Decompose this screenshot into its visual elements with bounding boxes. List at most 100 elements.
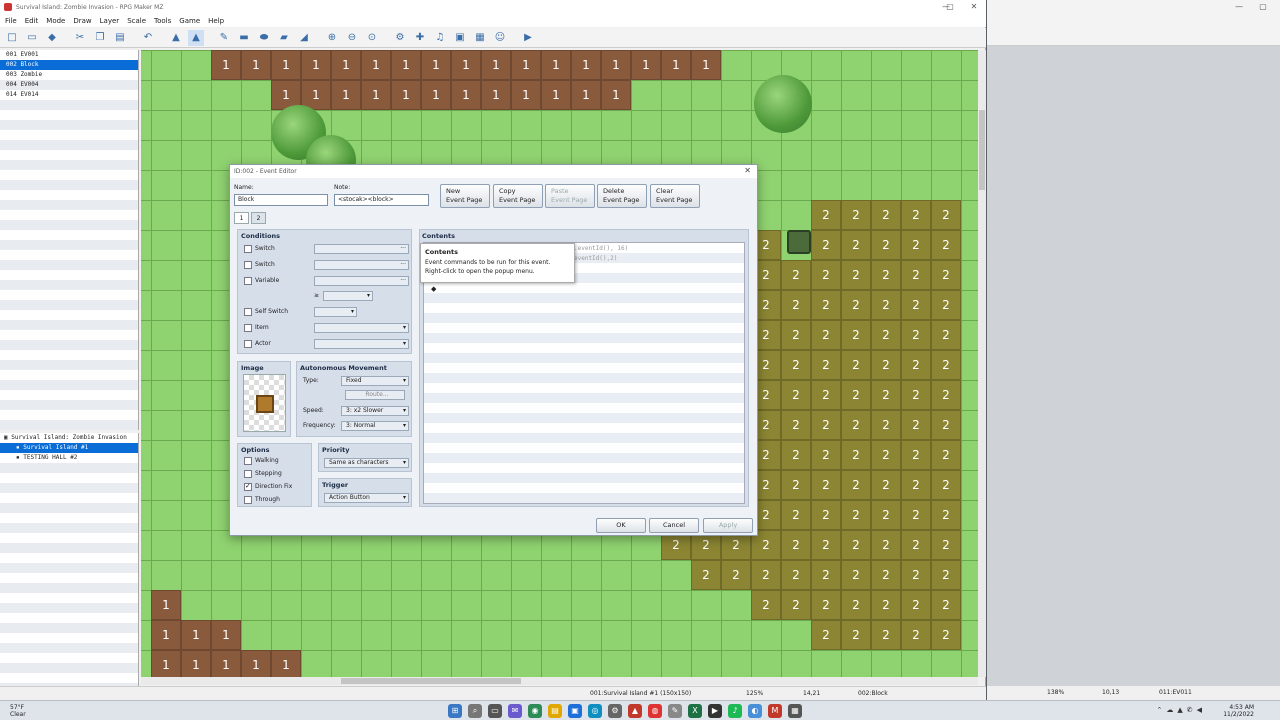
menu-help[interactable]: Help <box>208 17 224 25</box>
copy-icon[interactable]: ❐ <box>92 30 108 46</box>
tile-region-2[interactable]: 2 <box>931 500 961 530</box>
map-tree-item[interactable]: ▪ TESTING HALL #2 <box>0 453 138 463</box>
tile-region-2[interactable]: 2 <box>811 590 841 620</box>
name-field[interactable]: Block <box>234 194 328 206</box>
tile-region-2[interactable]: 2 <box>781 530 811 560</box>
command-bullet-icon[interactable]: ◆ <box>431 285 436 293</box>
variable-checkbox[interactable] <box>244 277 252 285</box>
tile-region-2[interactable]: 2 <box>871 230 901 260</box>
tile-region-1[interactable]: 1 <box>691 50 721 80</box>
scrollbar-thumb[interactable] <box>341 678 521 684</box>
tile-region-2[interactable]: 2 <box>901 320 931 350</box>
list-item[interactable]: 002 Block <box>0 60 138 70</box>
actor-checkbox[interactable] <box>244 340 252 348</box>
paste-event-page-button[interactable]: Paste Event Page <box>545 184 595 208</box>
tile-region-2[interactable]: 2 <box>901 470 931 500</box>
tile-region-2[interactable]: 2 <box>781 410 811 440</box>
list-item[interactable]: 014 EV014 <box>0 90 138 100</box>
tile-region-2[interactable]: 2 <box>811 200 841 230</box>
zoom-out-icon[interactable]: ⊖ <box>344 30 360 46</box>
menu-mode[interactable]: Mode <box>46 17 65 25</box>
tile-region-1[interactable]: 1 <box>421 50 451 80</box>
spotify-icon[interactable]: ♪ <box>728 704 742 718</box>
apply-button[interactable]: Apply <box>703 518 753 533</box>
event-searcher-icon[interactable]: ▣ <box>452 30 468 46</box>
weather-widget[interactable]: 57°F Clear <box>10 704 26 718</box>
actor-select[interactable] <box>314 339 409 349</box>
tile-region-2[interactable]: 2 <box>901 500 931 530</box>
movement-frequency-select[interactable]: 3: Normal <box>341 421 409 431</box>
tile-region-2[interactable]: 2 <box>901 560 931 590</box>
menu-edit[interactable]: Edit <box>25 17 39 25</box>
event-image-preview[interactable] <box>243 374 286 432</box>
movement-speed-select[interactable]: 3: x2 Slower <box>341 406 409 416</box>
tile-region-2[interactable]: 2 <box>841 470 871 500</box>
menu-draw[interactable]: Draw <box>73 17 91 25</box>
tile-region-1[interactable]: 1 <box>211 650 241 677</box>
tile-region-2[interactable]: 2 <box>871 470 901 500</box>
gallery-icon[interactable]: ▦ <box>788 704 802 718</box>
tile-region-2[interactable]: 2 <box>841 380 871 410</box>
chat-app-icon[interactable]: ◐ <box>748 704 762 718</box>
file-explorer-icon[interactable]: ▤ <box>548 704 562 718</box>
menu-scale[interactable]: Scale <box>127 17 146 25</box>
note-field[interactable]: <stocak><block> <box>334 194 429 206</box>
tile-region-2[interactable]: 2 <box>931 230 961 260</box>
tile-region-2[interactable]: 2 <box>781 380 811 410</box>
tile-region-2[interactable]: 2 <box>901 230 931 260</box>
chat-icon[interactable]: ✉ <box>508 704 522 718</box>
tile-region-1[interactable]: 1 <box>241 650 271 677</box>
cut-icon[interactable]: ✂ <box>72 30 88 46</box>
tile-region-1[interactable]: 1 <box>151 590 181 620</box>
tile-region-2[interactable]: 2 <box>721 560 751 590</box>
tile-region-2[interactable]: 2 <box>691 560 721 590</box>
tile-region-2[interactable]: 2 <box>871 560 901 590</box>
tile-region-2[interactable]: 2 <box>811 620 841 650</box>
tile-region-2[interactable]: 2 <box>931 620 961 650</box>
tile-region-2[interactable]: 2 <box>781 590 811 620</box>
rpg-maker-icon[interactable]: ▲ <box>628 704 642 718</box>
edge-icon[interactable]: ◎ <box>588 704 602 718</box>
tile-region-1[interactable]: 1 <box>571 80 601 110</box>
open-project-icon[interactable]: ▭ <box>24 30 40 46</box>
delete-event-page-button[interactable]: Delete Event Page <box>597 184 647 208</box>
tile-region-1[interactable]: 1 <box>421 80 451 110</box>
tile-region-2[interactable]: 2 <box>931 320 961 350</box>
tile-region-2[interactable]: 2 <box>901 410 931 440</box>
tile-region-2[interactable]: 2 <box>901 350 931 380</box>
start-icon[interactable]: ⊞ <box>448 704 462 718</box>
tile-region-2[interactable]: 2 <box>811 320 841 350</box>
map-tree-project[interactable]: ▣ Survival Island: Zombie Invasion <box>0 433 138 443</box>
tile-region-2[interactable]: 2 <box>841 350 871 380</box>
tile-region-2[interactable]: 2 <box>871 380 901 410</box>
tile-region-2[interactable]: 2 <box>811 260 841 290</box>
tile-region-2[interactable]: 2 <box>781 560 811 590</box>
tile-region-2[interactable]: 2 <box>871 440 901 470</box>
tile-region-2[interactable]: 2 <box>931 410 961 440</box>
tile-region-2[interactable]: 2 <box>811 470 841 500</box>
map-mode-icon[interactable]: ▲ <box>168 30 184 46</box>
list-item[interactable]: 001 EV001 <box>0 50 138 60</box>
self-switch-select[interactable] <box>314 307 357 317</box>
tile-region-2[interactable]: 2 <box>931 440 961 470</box>
tile-region-2[interactable]: 2 <box>901 290 931 320</box>
switch2-select[interactable] <box>314 260 409 270</box>
tile-region-1[interactable]: 1 <box>271 50 301 80</box>
new-event-page-button[interactable]: New Event Page <box>440 184 490 208</box>
tile-region-1[interactable]: 1 <box>301 50 331 80</box>
excel-icon[interactable]: X <box>688 704 702 718</box>
tile-region-1[interactable]: 1 <box>541 50 571 80</box>
tile-region-1[interactable]: 1 <box>601 80 631 110</box>
chrome-icon[interactable]: ◍ <box>648 704 662 718</box>
tile-region-1[interactable]: 1 <box>181 620 211 650</box>
paste-icon[interactable]: ▤ <box>112 30 128 46</box>
resource-manager-icon[interactable]: ▦ <box>472 30 488 46</box>
tile-region-2[interactable]: 2 <box>841 500 871 530</box>
variable-value-stepper[interactable] <box>323 291 373 301</box>
system-tray[interactable]: ⌃☁▲✆◀ <box>1157 706 1207 714</box>
scrollbar-thumb[interactable] <box>979 110 985 190</box>
minimize-button[interactable]: — <box>1227 0 1251 14</box>
character-generator-icon[interactable]: ☺ <box>492 30 508 46</box>
tile-region-2[interactable]: 2 <box>931 350 961 380</box>
tile-region-1[interactable]: 1 <box>541 80 571 110</box>
